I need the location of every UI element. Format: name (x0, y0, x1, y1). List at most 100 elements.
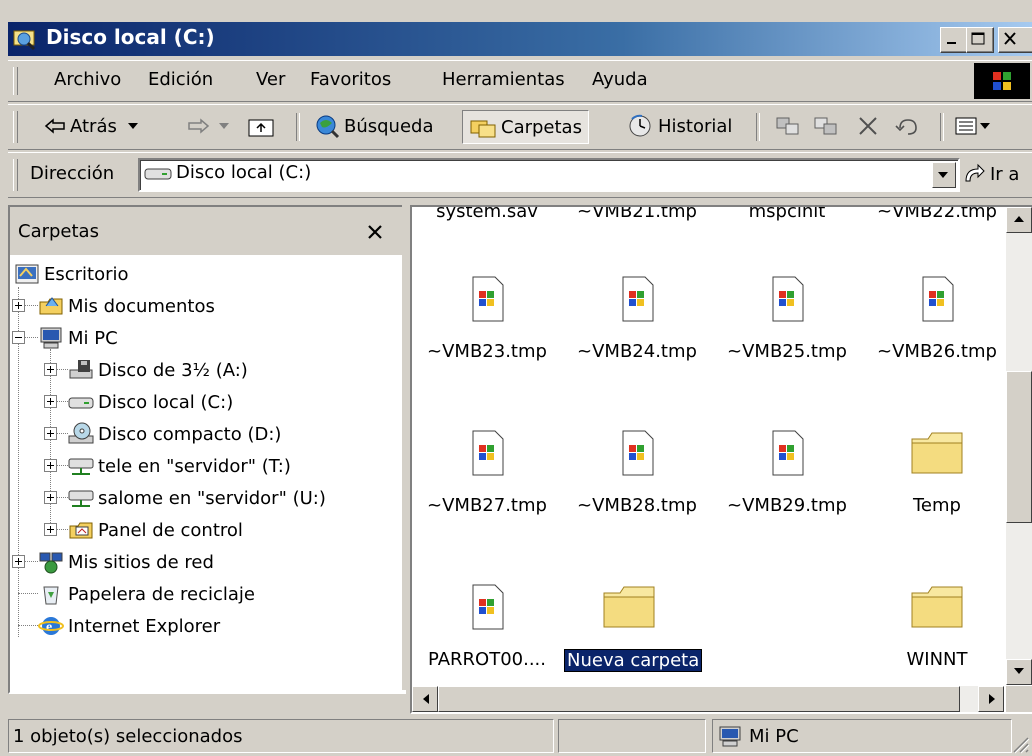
menu-favoritos[interactable]: Favoritos (310, 69, 391, 90)
search-button[interactable]: Búsqueda (310, 110, 438, 142)
folder-icon (911, 432, 963, 474)
address-combobox[interactable]: Disco local (C:) (138, 158, 960, 192)
menu-ver[interactable]: Ver (256, 69, 285, 90)
expand-disco-a[interactable] (44, 363, 57, 376)
tree-item-disco-a[interactable]: Disco de 3½ (A:) (68, 355, 248, 385)
tmp-file-icon (472, 584, 504, 630)
tree-item-mi-pc[interactable]: Mi PC (38, 323, 118, 353)
expand-disco-c[interactable] (44, 395, 57, 408)
file-item[interactable]: PARROT00.... (412, 583, 562, 693)
tree-item-tele[interactable]: tele en "servidor" (T:) (68, 451, 291, 481)
toolbar-grip[interactable] (13, 111, 18, 143)
tree-item-disco-d[interactable]: Disco compacto (D:) (68, 419, 281, 449)
scroll-down-button[interactable] (1006, 659, 1032, 685)
go-button[interactable]: Ir a (962, 159, 1019, 189)
plus-icon (47, 494, 54, 501)
tree-item-mis-documentos[interactable]: Mis documentos (38, 291, 215, 321)
file-item-label[interactable]: system.sav (412, 207, 562, 222)
close-pane-icon[interactable] (366, 223, 384, 241)
folder-icon (911, 586, 963, 628)
windows-flag-icon (993, 72, 1011, 90)
scroll-up-button[interactable] (1006, 207, 1032, 233)
hard-drive-icon (68, 397, 94, 409)
move-to-button[interactable] (774, 110, 802, 142)
cd-drive-icon (68, 422, 94, 444)
network-drive-icon (68, 490, 94, 507)
tree-item-internet-explorer[interactable]: e Internet Explorer (38, 611, 220, 641)
folders-button[interactable]: Carpetas (462, 110, 589, 144)
history-clock-icon (629, 114, 651, 137)
menu-archivo[interactable]: Archivo (54, 69, 121, 90)
rename-textbox[interactable]: Nueva carpeta (562, 648, 704, 673)
vertical-scrollbar[interactable] (1006, 207, 1032, 685)
file-name: ~VMB23.tmp (427, 341, 547, 362)
history-button[interactable]: Historial (622, 110, 736, 142)
menu-bar-grip[interactable] (13, 67, 18, 95)
title-bar[interactable]: Disco local (C:) (8, 22, 1032, 56)
expand-disco-d[interactable] (44, 427, 57, 440)
desktop-icon (15, 264, 39, 284)
floppy-icon (69, 360, 93, 379)
file-item-label[interactable]: ~VMB21.tmp (562, 207, 712, 222)
folders-icon (470, 120, 496, 138)
horizontal-scrollbar[interactable] (412, 686, 1004, 712)
collapse-mi-pc[interactable] (12, 331, 25, 344)
vertical-scroll-thumb[interactable] (1006, 371, 1032, 523)
tree-item-sitios-red[interactable]: Mis sitios de red (38, 547, 214, 577)
menu-edicion[interactable]: Edición (148, 69, 213, 90)
folder-item[interactable]: WINNT (862, 583, 1012, 693)
tree-item-label: Mis sitios de red (68, 551, 214, 573)
file-item[interactable]: ~VMB27.tmp (412, 429, 562, 539)
forward-button[interactable] (186, 110, 232, 142)
back-button[interactable]: Atrás (44, 110, 143, 142)
plus-icon (47, 430, 54, 437)
control-panel-icon (69, 522, 93, 539)
file-item-label[interactable]: mspcinit (712, 207, 862, 222)
resize-grip-icon[interactable] (1010, 734, 1030, 754)
menu-herramientas[interactable]: Herramientas (442, 69, 565, 90)
expand-tele[interactable] (44, 459, 57, 472)
scroll-right-button[interactable] (978, 686, 1004, 712)
expand-salome[interactable] (44, 491, 57, 504)
address-bar-grip[interactable] (13, 159, 18, 191)
close-button[interactable] (998, 27, 1032, 53)
expand-sitios-red[interactable] (12, 555, 25, 568)
menu-bar: Archivo Edición Ver Favoritos Herramient… (8, 60, 1032, 102)
tree-item-label: Disco compacto (D:) (98, 423, 282, 445)
expand-mis-documentos[interactable] (12, 299, 25, 312)
folder-icon (603, 586, 655, 628)
copy-to-button[interactable] (812, 110, 840, 142)
scroll-corner (1006, 686, 1032, 712)
folder-item-selected[interactable]: Nueva carpeta (562, 583, 712, 693)
horizontal-scroll-thumb[interactable] (438, 686, 960, 712)
scroll-left-button[interactable] (412, 686, 438, 712)
file-item[interactable]: ~VMB23.tmp (412, 275, 562, 385)
address-dropdown-button[interactable] (932, 162, 956, 188)
plus-icon (47, 366, 54, 373)
maximize-button[interactable] (966, 27, 994, 53)
file-item[interactable]: ~VMB24.tmp (562, 275, 712, 385)
tree-item-papelera[interactable]: Papelera de reciclaje (38, 579, 255, 609)
tree-item-panel-control[interactable]: Panel de control (68, 515, 243, 545)
tree-item-escritorio[interactable]: Escritorio (14, 259, 129, 289)
expand-panel-control[interactable] (44, 523, 57, 536)
pane-splitter[interactable] (402, 205, 410, 690)
address-value[interactable]: Disco local (C:) (176, 162, 311, 183)
file-item[interactable]: ~VMB29.tmp (712, 429, 862, 539)
minimize-button[interactable] (940, 27, 968, 53)
views-button[interactable] (954, 110, 992, 142)
undo-button[interactable] (894, 110, 922, 142)
menu-ayuda[interactable]: Ayuda (592, 69, 648, 90)
status-selection-text: 1 objeto(s) seleccionados (13, 725, 243, 747)
file-item[interactable]: ~VMB25.tmp (712, 275, 862, 385)
tree-line (18, 593, 38, 594)
computer-icon (719, 726, 741, 747)
tree-item-salome[interactable]: salome en "servidor" (U:) (68, 483, 326, 513)
delete-button[interactable] (856, 110, 880, 142)
up-folder-button[interactable] (246, 110, 276, 142)
file-item-label[interactable]: ~VMB22.tmp (862, 207, 1012, 222)
file-item[interactable]: ~VMB28.tmp (562, 429, 712, 539)
folder-item[interactable]: Temp (862, 429, 1012, 539)
tree-item-disco-c[interactable]: Disco local (C:) (68, 387, 233, 417)
file-item[interactable]: ~VMB26.tmp (862, 275, 1012, 385)
